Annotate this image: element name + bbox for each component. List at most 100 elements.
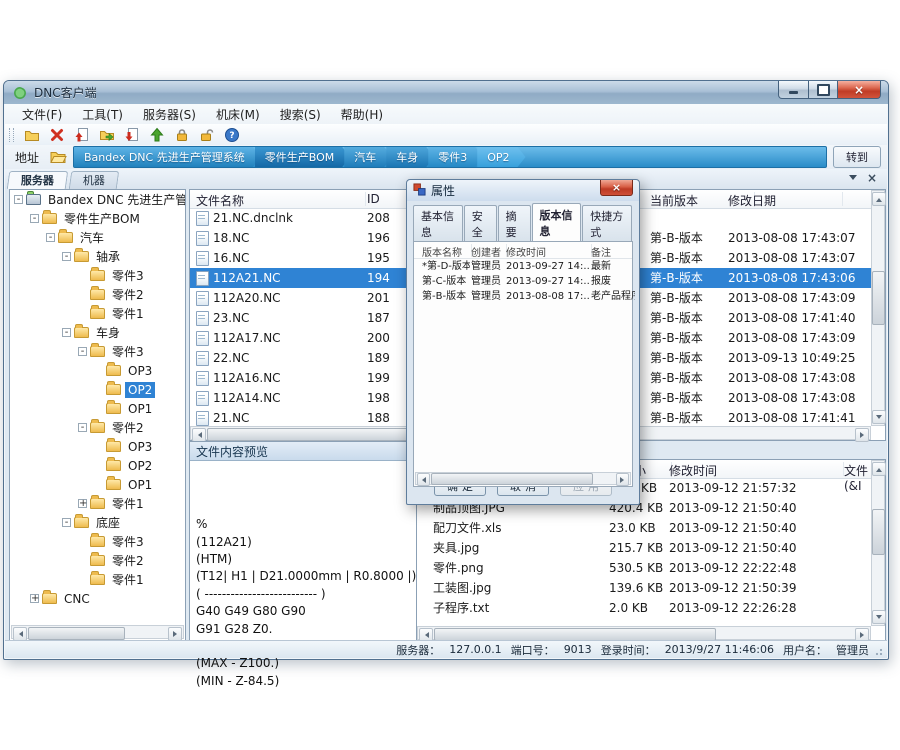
tree-node[interactable]: - 零件生产BOM [10,209,185,228]
attachment-row[interactable]: 工装图.jpg 139.6 KB 2013-09-12 21:50:39 [417,578,871,598]
close-button[interactable]: × [838,81,881,99]
tree-hscrollbar[interactable] [11,625,184,639]
dialog-close-button[interactable]: × [600,180,633,196]
breadcrumb-segment[interactable]: 汽车 [344,147,392,167]
tree-node[interactable]: OP1 [10,475,185,494]
resize-grip[interactable] [875,646,885,656]
tree-expander[interactable]: - [78,423,87,432]
menu-item[interactable]: 服务器(S) [134,104,205,125]
breadcrumb-segment[interactable]: 零件3 [428,147,483,167]
dialog-tab[interactable]: 基本信息 [413,205,463,241]
delete-icon[interactable] [48,126,66,143]
tree-expander[interactable] [94,366,103,375]
chevron-down-icon[interactable] [849,175,857,184]
tree-expander[interactable]: + [78,499,87,508]
dialog-tab[interactable]: 安全 [464,205,497,241]
column-note[interactable]: 备注 [591,244,634,257]
tree-node[interactable]: 零件2 [10,551,185,570]
check-in-file-icon[interactable] [73,126,91,143]
send-to-folder-icon[interactable] [98,126,116,143]
tree-node[interactable]: + 零件1 [10,494,185,513]
attachment-row[interactable]: 夹具.jpg 215.7 KB 2013-09-12 21:50:40 [417,538,871,558]
go-button[interactable]: 转到 [833,146,881,168]
tree-expander[interactable]: + [30,594,39,603]
column-modify-time[interactable]: 修改时间 [506,244,592,257]
tree-node[interactable]: - 车身 [10,323,185,342]
version-row[interactable]: 第-B-版本 管理员 2013-08-08 17:... 老产品程序 [414,289,632,304]
tree-node[interactable]: OP3 [10,361,185,380]
panel-tab[interactable]: 机器 [69,171,120,189]
file-list-vscrollbar[interactable] [871,190,885,426]
column-creator[interactable]: 创建者 [471,244,507,257]
tree-node[interactable]: 零件3 [10,532,185,551]
tree-expander[interactable] [94,385,103,394]
tree-expander[interactable] [78,537,87,546]
tree-node[interactable]: 零件2 [10,285,185,304]
tree-node[interactable]: 零件1 [10,304,185,323]
attachments-hscrollbar[interactable] [417,626,871,640]
tree-expander[interactable] [78,556,87,565]
minimize-button[interactable] [778,81,809,99]
tree-node[interactable]: - 零件2 [10,418,185,437]
dialog-tab[interactable]: 快捷方式 [582,205,632,241]
lock-icon[interactable] [173,126,191,143]
tree-node[interactable]: 零件3 [10,266,185,285]
column-modified-date[interactable]: 修改日期 [728,192,843,206]
tree-expander[interactable]: - [62,328,71,337]
tree-node[interactable]: OP2 [10,380,185,399]
breadcrumb-segment[interactable]: 零件生产BOM [255,147,351,167]
close-panel-icon[interactable]: × [867,172,877,184]
breadcrumb-segment[interactable]: Bandex DNC 先进生产管理系统 [74,147,261,167]
attachment-row[interactable]: 零件.png 530.5 KB 2013-09-12 22:22:48 [417,558,871,578]
tree-expander[interactable] [94,480,103,489]
tree-node[interactable]: OP1 [10,399,185,418]
attachments-vscrollbar[interactable] [871,460,885,626]
unlock-icon[interactable] [198,126,216,143]
tree-node[interactable]: 零件1 [10,570,185,589]
tree-expander[interactable] [78,575,87,584]
menu-item[interactable]: 文件(F) [13,104,71,125]
column-version-name[interactable]: 版本名称 [422,244,472,257]
tree-node[interactable]: + CNC [10,589,185,608]
tree-node[interactable]: - 汽车 [10,228,185,247]
tree-expander[interactable]: - [62,518,71,527]
menu-item[interactable]: 搜索(S) [271,104,330,125]
tree-node[interactable]: OP2 [10,456,185,475]
tree-expander[interactable]: - [14,195,23,204]
tree-expander[interactable]: - [78,347,87,356]
menu-item[interactable]: 帮助(H) [332,104,392,125]
maximize-button[interactable] [809,81,838,99]
new-folder-icon[interactable] [23,126,41,143]
menu-item[interactable]: 机床(M) [207,104,269,125]
tree-node[interactable]: - Bandex DNC 先进生产管理系统 [10,190,185,209]
dialog-tab[interactable]: 摘要 [498,205,531,241]
menu-item[interactable]: 工具(T) [73,104,132,125]
version-row[interactable]: 第-C-版本 管理员 2013-09-27 14:... 报废 [414,274,632,289]
attachment-row[interactable]: 子程序.txt 2.0 KB 2013-09-12 22:26:28 [417,598,871,618]
tree-expander[interactable] [94,404,103,413]
tree-expander[interactable] [78,290,87,299]
dialog-tab[interactable]: 版本信息 [532,203,582,241]
help-icon[interactable]: ? [223,126,241,143]
check-out-file-icon[interactable] [123,126,141,143]
tree-node[interactable]: - 轴承 [10,247,185,266]
breadcrumb-segment[interactable]: 车身 [386,147,434,167]
breadcrumb-segment[interactable]: OP2 [477,147,525,167]
title-bar[interactable]: DNC客户端 [4,81,888,104]
upload-icon[interactable] [148,126,166,143]
tree-expander[interactable]: - [62,252,71,261]
toolbar-grip[interactable] [9,128,14,142]
panel-tab[interactable]: 服务器 [7,171,69,189]
tree-expander[interactable] [94,461,103,470]
attachment-row[interactable]: 配刀文件.xls 23.0 KB 2013-09-12 21:50:40 [417,518,871,538]
tree-expander[interactable] [78,271,87,280]
tree-expander[interactable]: - [46,233,55,242]
tree-node[interactable]: OP3 [10,437,185,456]
tree-node[interactable]: - 零件3 [10,342,185,361]
tree-expander[interactable] [78,309,87,318]
tree-expander[interactable] [94,442,103,451]
version-row[interactable]: *第-D-版本 管理员 2013-09-27 14:... 最新 [414,259,632,274]
column-file-name[interactable]: 文件名称 [196,192,366,206]
tree-expander[interactable]: - [30,214,39,223]
tree-node[interactable]: - 底座 [10,513,185,532]
